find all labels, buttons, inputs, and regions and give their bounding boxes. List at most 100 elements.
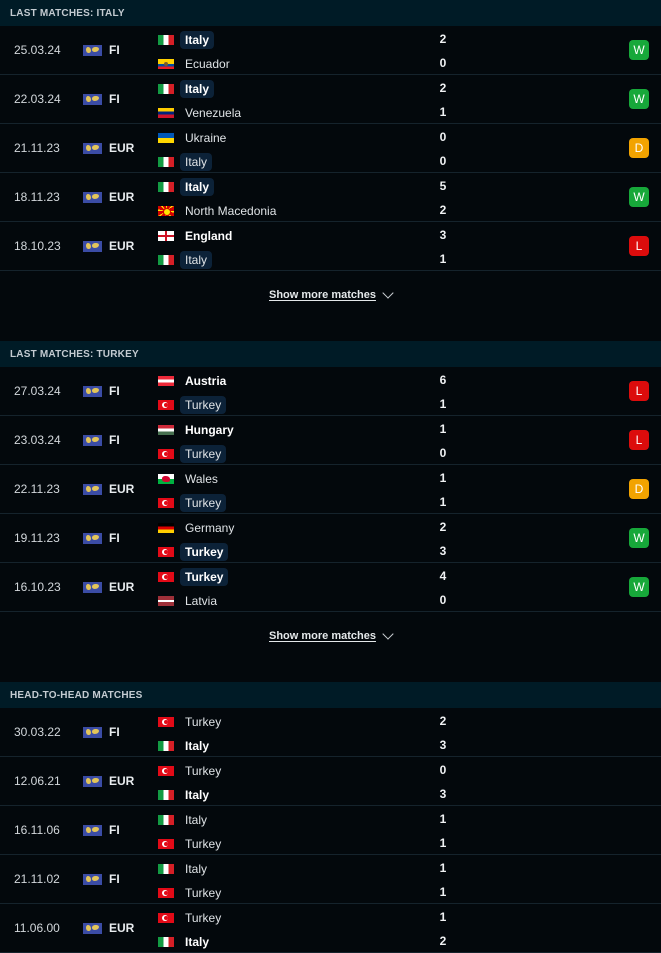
home-team[interactable]: Germany <box>158 518 239 538</box>
match-date: 22.03.24 <box>14 92 61 106</box>
home-team[interactable]: Italy <box>158 859 212 879</box>
competition-label: EUR <box>109 141 135 155</box>
show-more-button[interactable]: Show more matches <box>0 271 661 319</box>
match-row[interactable]: 23.03.24 FI Hungary 1 Turkey 0 L <box>0 416 661 465</box>
home-team-name: Wales <box>185 472 218 486</box>
match-row[interactable]: 16.11.06 FI Italy 1 Turkey 1 <box>0 806 661 855</box>
flag-ecuador-icon <box>158 59 174 69</box>
home-score: 2 <box>439 81 447 95</box>
world-map-icon <box>83 775 102 787</box>
match-row[interactable]: 18.10.23 EUR England 3 Italy 1 L <box>0 222 661 271</box>
home-team[interactable]: Austria <box>158 371 231 391</box>
show-more-button[interactable]: Show more matches <box>0 612 661 660</box>
chevron-down-icon <box>382 627 394 640</box>
competition: EUR <box>83 757 134 805</box>
match-date: 16.11.06 <box>14 823 60 837</box>
away-team[interactable]: Venezuela <box>158 103 246 123</box>
away-score: 1 <box>439 885 447 899</box>
section-title: LAST MATCHES: TURKEY <box>0 341 661 367</box>
section-title: HEAD-TO-HEAD MATCHES <box>0 682 661 708</box>
show-more-label[interactable]: Show more matches <box>269 630 376 642</box>
away-team[interactable]: Italy <box>158 152 213 172</box>
match-row[interactable]: 12.06.21 EUR Turkey 0 Italy 3 <box>0 757 661 806</box>
home-score: 1 <box>439 812 447 826</box>
home-team[interactable]: Hungary <box>158 420 239 440</box>
away-team[interactable]: Turkey <box>158 883 226 903</box>
flag-italy-icon <box>158 182 174 192</box>
away-team[interactable]: Italy <box>158 932 214 952</box>
away-team[interactable]: Italy <box>158 785 214 805</box>
match-row[interactable]: 30.03.22 FI Turkey 2 Italy 3 <box>0 708 661 757</box>
away-team[interactable]: Turkey <box>158 542 229 562</box>
home-team[interactable]: Wales <box>158 469 223 489</box>
home-team[interactable]: Italy <box>158 177 215 197</box>
match-row[interactable]: 18.11.23 EUR Italy 5 North Macedonia 2 W <box>0 173 661 222</box>
show-more-label[interactable]: Show more matches <box>269 289 376 301</box>
away-team[interactable]: Italy <box>158 250 213 270</box>
match-row[interactable]: 11.06.00 EUR Turkey 1 Italy 2 <box>0 904 661 953</box>
result-badge: L <box>629 430 649 450</box>
competition-label: FI <box>109 725 120 739</box>
match-row[interactable]: 22.03.24 FI Italy 2 Venezuela 1 W <box>0 75 661 124</box>
away-team[interactable]: Turkey <box>158 395 227 415</box>
home-team-name: England <box>185 229 233 243</box>
flag-turkey-icon <box>158 498 174 508</box>
home-team[interactable]: Turkey <box>158 567 229 587</box>
away-team-name: North Macedonia <box>185 204 277 218</box>
away-score: 1 <box>439 397 447 411</box>
away-team-name: Italy <box>185 788 210 802</box>
home-team[interactable]: Turkey <box>158 908 226 928</box>
world-map-icon <box>83 93 102 105</box>
home-score: 2 <box>439 32 447 46</box>
match-row[interactable]: 16.10.23 EUR Turkey 4 Latvia 0 W <box>0 563 661 612</box>
home-team-name: Italy <box>180 31 215 49</box>
match-row[interactable]: 22.11.23 EUR Wales 1 Turkey 1 D <box>0 465 661 514</box>
away-team[interactable]: Turkey <box>158 834 226 854</box>
match-row[interactable]: 19.11.23 FI Germany 2 Turkey 3 W <box>0 514 661 563</box>
competition: FI <box>83 75 120 123</box>
away-score: 0 <box>439 154 447 168</box>
competition: FI <box>83 806 120 854</box>
home-team[interactable]: England <box>158 226 237 246</box>
match-row[interactable]: 21.11.02 FI Italy 1 Turkey 1 <box>0 855 661 904</box>
home-team[interactable]: Italy <box>158 79 215 99</box>
flag-italy-icon <box>158 815 174 825</box>
home-team[interactable]: Turkey <box>158 712 226 732</box>
home-team-name: Italy <box>180 80 215 98</box>
world-map-icon <box>83 532 102 544</box>
match-date: 18.10.23 <box>14 239 61 253</box>
flag-turkey-icon <box>158 547 174 557</box>
home-team[interactable]: Ukraine <box>158 128 231 148</box>
match-date: 16.10.23 <box>14 580 61 594</box>
match-date: 27.03.24 <box>14 384 61 398</box>
match-date: 21.11.02 <box>14 872 60 886</box>
world-map-icon <box>83 385 102 397</box>
away-team[interactable]: Italy <box>158 736 214 756</box>
match-row[interactable]: 21.11.23 EUR Ukraine 0 Italy 0 D <box>0 124 661 173</box>
matches-panel: LAST MATCHES: ITALY 25.03.24 FI Italy 2 Ecuad… <box>0 0 661 953</box>
match-row[interactable]: 27.03.24 FI Austria 6 Turkey 1 L <box>0 367 661 416</box>
away-team-name: Italy <box>180 251 213 269</box>
away-team[interactable]: Turkey <box>158 493 227 513</box>
result-badge: W <box>629 528 649 548</box>
competition-label: FI <box>109 823 120 837</box>
away-team-name: Italy <box>180 153 213 171</box>
home-team-name: Turkey <box>185 715 222 729</box>
competition: FI <box>83 708 120 756</box>
result-badge: W <box>629 577 649 597</box>
home-team[interactable]: Turkey <box>158 761 226 781</box>
away-team[interactable]: North Macedonia <box>158 201 281 221</box>
home-team[interactable]: Italy <box>158 810 212 830</box>
home-score: 6 <box>439 373 447 387</box>
competition: FI <box>83 855 120 903</box>
away-team[interactable]: Latvia <box>158 591 222 611</box>
home-team-name: Italy <box>185 862 208 876</box>
away-team-name: Venezuela <box>185 106 242 120</box>
home-team[interactable]: Italy <box>158 30 215 50</box>
away-team[interactable]: Turkey <box>158 444 227 464</box>
home-score: 4 <box>439 569 447 583</box>
competition: FI <box>83 514 120 562</box>
match-row[interactable]: 25.03.24 FI Italy 2 Ecuador 0 W <box>0 26 661 75</box>
away-team[interactable]: Ecuador <box>158 54 235 74</box>
